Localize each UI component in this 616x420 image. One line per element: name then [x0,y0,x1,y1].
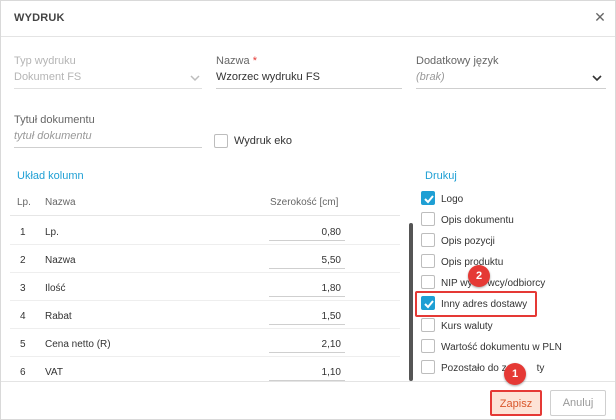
print-dialog: WYDRUK ✕ Typ wydruku Dokument FS Nazwa *… [0,0,616,420]
row-lp: 1 [20,227,26,238]
column-header-lp: Lp. [17,197,31,208]
checkbox[interactable] [421,233,435,247]
row-name: Lp. [45,227,59,238]
table-row: 5 Cena netto (R) 2,10 [10,331,400,357]
row-lp: 3 [20,283,26,294]
cancel-button[interactable]: Anuluj [550,390,606,416]
name-label: Nazwa * [216,55,257,67]
dialog-header: WYDRUK ✕ [1,1,615,37]
table-scrollbar[interactable] [409,223,413,381]
row-name: Nazwa [45,255,76,266]
doc-title-label: Tytuł dokumentu [14,114,95,126]
table-row: 3 Ilość 1,80 [10,275,400,301]
extra-language-select[interactable]: (brak) [416,71,445,83]
column-header-width: Szerokość [cm] [270,197,339,208]
columns-section-title: Układ kolumn [17,170,84,182]
row-name: Cena netto (R) [45,339,111,350]
row-lp: 6 [20,367,26,378]
print-option-label: Pozostało do z ty [441,363,545,374]
print-section-title: Drukuj [425,170,457,182]
row-width-input[interactable]: 5,50 [269,249,345,269]
checkbox[interactable] [421,360,435,374]
eco-print-checkbox[interactable] [214,134,228,148]
print-option-doc-desc[interactable]: Opis dokumentu [419,209,599,231]
print-option-label: Opis pozycji [441,236,495,247]
name-underline [216,88,402,89]
row-lp: 5 [20,339,26,350]
chevron-down-icon[interactable] [591,73,603,83]
print-option-item-desc[interactable]: Opis pozycji [419,230,599,252]
row-lp: 4 [20,311,26,322]
print-option-logo[interactable]: Logo [419,188,599,210]
row-width-input[interactable]: 1,50 [269,305,345,325]
annotation-highlight-delivery [415,291,537,317]
print-type-label: Typ wydruku [14,55,76,67]
row-name: VAT [45,367,63,378]
table-row: 2 Nazwa 5,50 [10,247,400,273]
print-option-label: Logo [441,194,464,205]
annotation-badge-2: 2 [468,265,490,287]
extra-language-underline [416,88,606,89]
annotation-badge-1: 1 [504,363,526,385]
name-input[interactable]: Wzorzec wydruku FS [216,71,320,83]
print-option-label: Kurs waluty [441,321,493,332]
row-width-input[interactable]: 0,80 [269,221,345,241]
chevron-down-icon[interactable] [189,73,201,83]
checkbox[interactable] [421,254,435,268]
eco-print-label: Wydruk eko [234,135,292,147]
row-width-input[interactable]: 1,10 [269,361,345,381]
row-name: Rabat [45,311,72,322]
row-lp: 2 [20,255,26,266]
table-header-divider [10,215,400,216]
column-header-name: Nazwa [45,197,76,208]
dialog-title: WYDRUK [14,12,65,24]
checkbox[interactable] [421,318,435,332]
print-option-pln-value[interactable]: Wartość dokumentu w PLN [419,336,599,358]
close-icon[interactable]: ✕ [592,9,608,25]
checkbox[interactable] [421,212,435,226]
table-row: 1 Lp. 0,80 [10,219,400,245]
checkbox[interactable] [421,339,435,353]
table-row: 6 VAT 1,10 [10,359,400,381]
print-option-label: Opis dokumentu [441,215,514,226]
save-button[interactable]: Zapisz [490,390,542,416]
print-option-product-desc[interactable]: Opis produktu [419,251,599,273]
doc-title-input[interactable]: tytuł dokumentu [14,130,92,142]
table-row: 4 Rabat 1,50 [10,303,400,329]
checkbox[interactable] [421,275,435,289]
row-name: Ilość [45,283,66,294]
doc-title-underline [14,147,202,148]
print-type-underline [14,88,202,89]
print-option-label: Wartość dokumentu w PLN [441,342,562,353]
checkbox[interactable] [421,191,435,205]
row-width-input[interactable]: 1,80 [269,277,345,297]
print-type-value[interactable]: Dokument FS [14,71,81,83]
print-option-exchange-rate[interactable]: Kurs waluty [419,315,599,337]
row-width-input[interactable]: 2,10 [269,333,345,353]
extra-language-label: Dodatkowy język [416,55,499,67]
print-option-label: NIP wy wcy/odbiorcy [441,278,546,289]
